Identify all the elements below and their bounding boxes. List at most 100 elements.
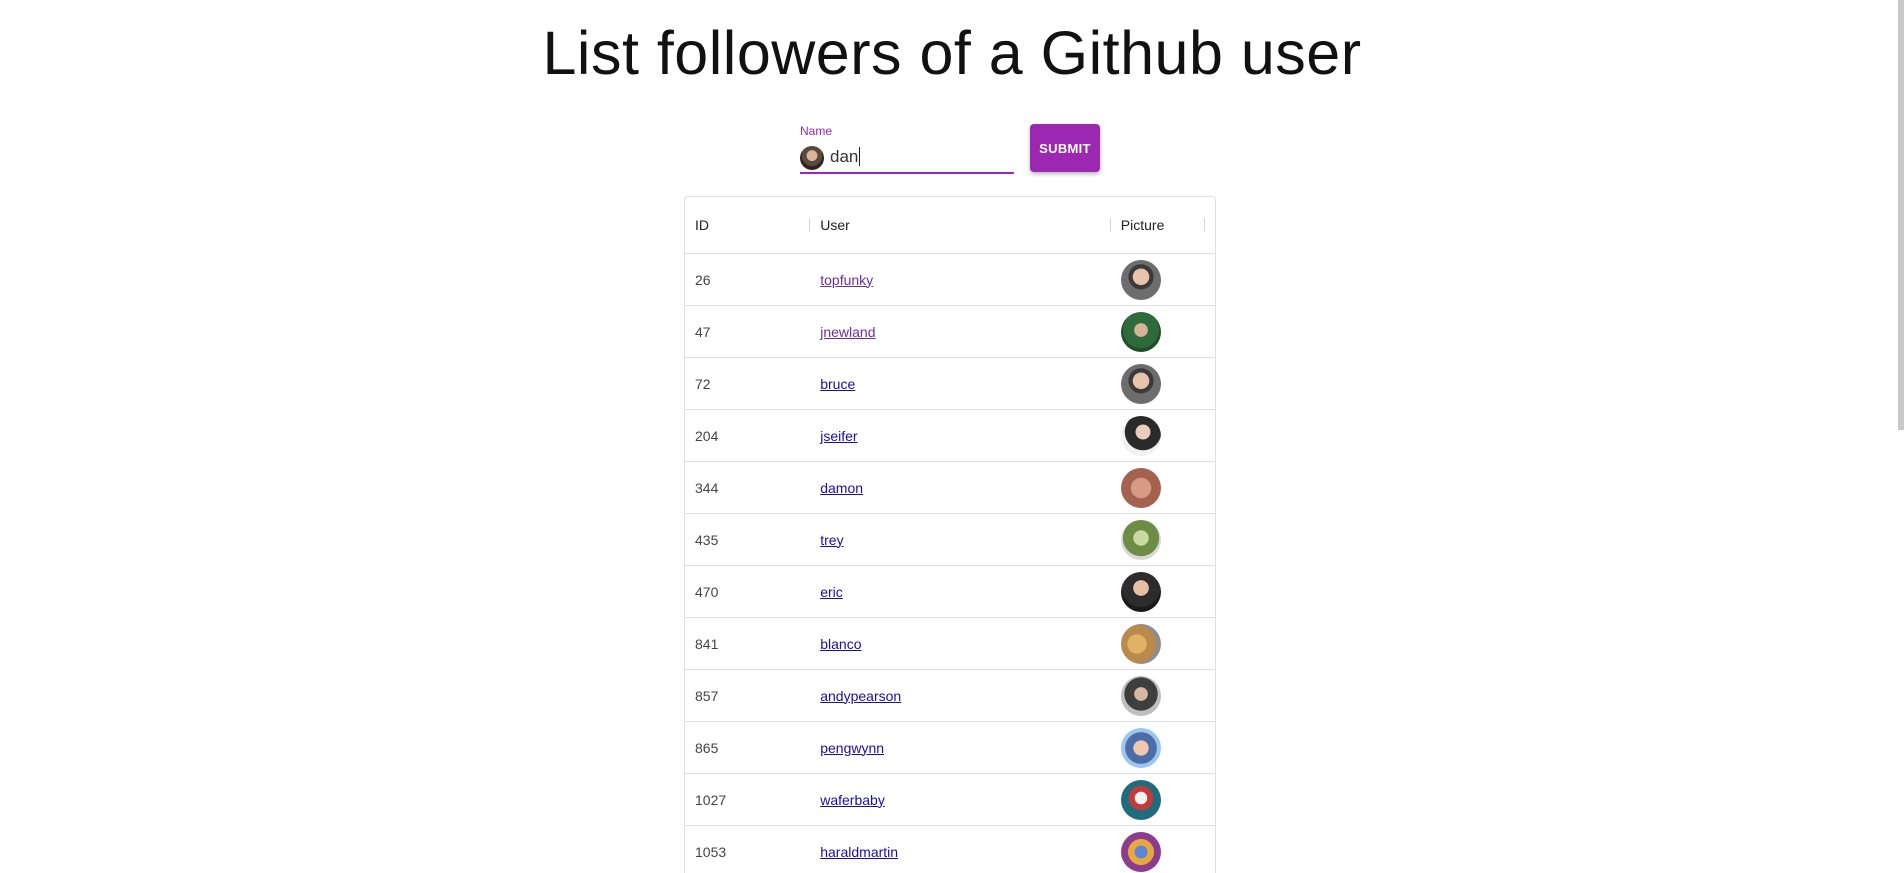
user-avatar-image (1120, 831, 1161, 872)
user-avatar-image (1120, 519, 1161, 560)
cell-id: 435 (685, 513, 811, 566)
cell-user: eric (810, 565, 1111, 618)
user-profile-link[interactable]: damon (820, 480, 863, 496)
user-avatar-image (1120, 467, 1161, 508)
cell-picture (1110, 357, 1205, 410)
table-row: 841 blanco (685, 617, 1215, 670)
scrollbar-thumb[interactable] (1898, 0, 1904, 430)
table-row: 470 eric (685, 565, 1215, 618)
cell-id: 1053 (685, 825, 811, 873)
cell-picture (1110, 565, 1205, 618)
cell-id: 1027 (685, 773, 811, 826)
cell-picture (1110, 513, 1205, 566)
user-profile-link[interactable]: waferbaby (820, 792, 885, 808)
cell-id: 26 (685, 253, 811, 306)
page-scrollbar[interactable] (1898, 0, 1904, 873)
user-profile-link[interactable]: haraldmartin (820, 844, 898, 860)
cell-picture (1110, 461, 1205, 514)
column-header-picture[interactable]: Picture (1110, 197, 1205, 254)
column-header-id[interactable]: ID (685, 197, 811, 254)
cell-id: 47 (685, 305, 811, 358)
name-field[interactable]: Name (800, 124, 1014, 174)
table-header-row: ID User Picture (685, 197, 1215, 254)
cell-empty (1204, 669, 1215, 722)
cell-id: 204 (685, 409, 811, 462)
cell-picture (1110, 305, 1205, 358)
submit-button[interactable]: SUBMIT (1030, 124, 1100, 172)
user-profile-link[interactable]: blanco (820, 636, 861, 652)
user-profile-link[interactable]: eric (820, 584, 843, 600)
cell-empty (1204, 565, 1215, 618)
cell-empty (1204, 357, 1215, 410)
cell-user: bruce (810, 357, 1111, 410)
page-title: List followers of a Github user (542, 19, 1362, 87)
cell-picture (1110, 721, 1205, 774)
table-row: 857 andypearson (685, 669, 1215, 722)
user-avatar-image (1120, 259, 1161, 300)
user-profile-link[interactable]: bruce (820, 376, 855, 392)
column-header-picture-label: Picture (1120, 217, 1165, 233)
cell-user: jseifer (810, 409, 1111, 462)
cell-user: jnewland (810, 305, 1111, 358)
cell-id: 857 (685, 669, 811, 722)
user-avatar-image (1120, 623, 1161, 664)
cell-empty (1204, 253, 1215, 306)
cell-picture (1110, 825, 1205, 873)
table-row: 1053 haraldmartin (685, 825, 1215, 873)
cell-picture (1110, 617, 1205, 670)
cell-user: damon (810, 461, 1111, 514)
cell-picture (1110, 409, 1205, 462)
table-row: 435 trey (685, 513, 1215, 566)
user-profile-link[interactable]: jnewland (820, 324, 875, 340)
user-profile-link[interactable]: jseifer (820, 428, 857, 444)
search-form: Name SUBMIT (800, 124, 1100, 174)
user-avatar-image (1120, 779, 1161, 820)
text-caret (859, 147, 860, 166)
user-avatar-icon (800, 146, 824, 170)
followers-table: ID User Picture 26 topfunky 47 jnewland 72 br… (684, 196, 1216, 873)
table-row: 47 jnewland (685, 305, 1215, 358)
cell-user: trey (810, 513, 1111, 566)
cell-id: 72 (685, 357, 811, 410)
name-input[interactable] (830, 144, 1010, 170)
table-row: 865 pengwynn (685, 721, 1215, 774)
user-profile-link[interactable]: pengwynn (820, 740, 884, 756)
user-profile-link[interactable]: trey (820, 532, 843, 548)
cell-user: pengwynn (810, 721, 1111, 774)
table-row: 204 jseifer (685, 409, 1215, 462)
cell-picture (1110, 773, 1205, 826)
column-header-user-label: User (820, 217, 850, 233)
column-header-user[interactable]: User (810, 197, 1111, 254)
column-header-empty (1204, 197, 1215, 254)
cell-empty (1204, 409, 1215, 462)
cell-user: waferbaby (810, 773, 1111, 826)
user-avatar-image (1120, 311, 1161, 352)
cell-empty (1204, 721, 1215, 774)
cell-empty (1204, 305, 1215, 358)
user-avatar-image (1120, 571, 1161, 612)
cell-id: 841 (685, 617, 811, 670)
name-field-label: Name (800, 124, 833, 138)
cell-id: 865 (685, 721, 811, 774)
cell-empty (1204, 825, 1215, 873)
cell-id: 344 (685, 461, 811, 514)
cell-empty (1204, 513, 1215, 566)
user-avatar-image (1120, 675, 1161, 716)
cell-user: topfunky (810, 253, 1111, 306)
cell-id: 470 (685, 565, 811, 618)
user-avatar-image (1120, 363, 1161, 404)
cell-picture (1110, 253, 1205, 306)
user-avatar-image (1120, 727, 1161, 768)
cell-empty (1204, 773, 1215, 826)
cell-picture (1110, 669, 1205, 722)
user-profile-link[interactable]: andypearson (820, 688, 901, 704)
cell-user: haraldmartin (810, 825, 1111, 873)
table-row: 26 topfunky (685, 253, 1215, 306)
table-row: 344 damon (685, 461, 1215, 514)
user-avatar-image (1120, 415, 1161, 456)
user-profile-link[interactable]: topfunky (820, 272, 873, 288)
cell-empty (1204, 461, 1215, 514)
page: List followers of a Github user Name SUB… (0, 0, 1904, 873)
cell-user: andypearson (810, 669, 1111, 722)
column-header-id-label: ID (695, 217, 709, 233)
